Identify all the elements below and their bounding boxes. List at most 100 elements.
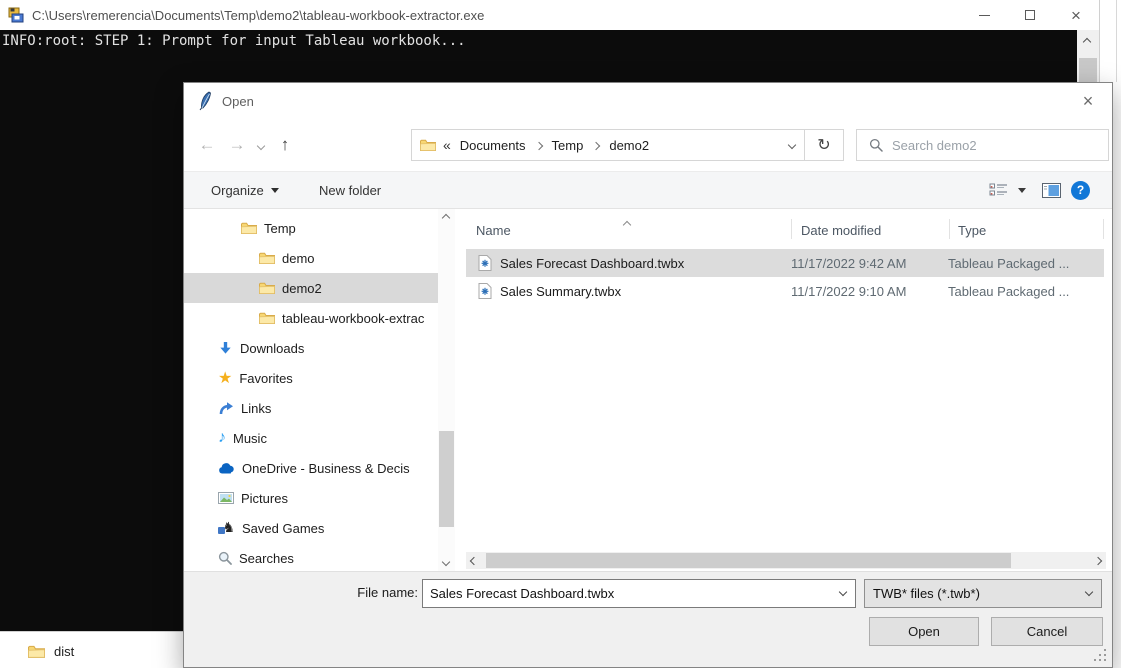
tree-item-label: Pictures: [241, 491, 288, 506]
file-list-header: Name Date modified Type: [466, 213, 1106, 241]
refresh-button[interactable]: ↻: [805, 130, 843, 160]
column-label: Type: [958, 223, 986, 238]
nav-arrows: ← → ↑: [192, 119, 300, 171]
column-label: Name: [476, 223, 511, 238]
horizontal-scrollbar-thumb[interactable]: [486, 553, 1011, 568]
address-bar[interactable]: « Documents Temp demo2 ↻: [411, 129, 844, 161]
up-button[interactable]: ↑: [270, 135, 300, 155]
breadcrumb-overflow[interactable]: «: [443, 137, 451, 153]
cancel-button-label: Cancel: [1027, 624, 1067, 639]
tree-item-tableau-workbook-extrac[interactable]: tableau-workbook-extrac: [184, 303, 438, 333]
column-header-name[interactable]: Name: [476, 213, 511, 241]
app-icon: [8, 7, 24, 23]
tree-item-pictures[interactable]: Pictures: [184, 483, 438, 513]
file-name-text: Sales Forecast Dashboard.twbx: [500, 256, 684, 271]
folder-tree: Tempdemo demo2 tableau-workbook-extrac Down…: [184, 209, 438, 571]
tree-item-label: demo2: [282, 281, 322, 296]
chevron-left-icon: [470, 556, 478, 564]
open-button-label: Open: [908, 624, 940, 639]
dialog-title: Open: [222, 94, 254, 109]
tableau-file-icon: [478, 283, 492, 299]
breadcrumb-item-documents[interactable]: Documents: [458, 138, 528, 153]
scroll-down-icon[interactable]: [442, 558, 450, 566]
date-modified-cell: 11/17/2022 9:42 AM: [791, 249, 948, 277]
tree-item-downloads[interactable]: Downloads: [184, 333, 438, 363]
chevron-down-icon[interactable]: [839, 588, 847, 596]
file-row-sales-summary-twbx[interactable]: Sales Summary.twbx11/17/2022 9:10 AMTabl…: [466, 277, 1104, 305]
close-button[interactable]: ×: [1053, 0, 1099, 30]
tree-item-demo2[interactable]: demo2: [184, 273, 438, 303]
search-box[interactable]: [856, 129, 1109, 161]
tree-scrollbar[interactable]: [438, 209, 455, 571]
recent-locations-button[interactable]: [252, 136, 270, 154]
help-button[interactable]: ?: [1071, 181, 1090, 200]
tree-item-label: Saved Games: [242, 521, 324, 536]
search-input[interactable]: [892, 138, 1108, 153]
breadcrumb-separator-chevron[interactable]: [536, 136, 542, 154]
breadcrumb-separator-chevron[interactable]: [593, 136, 599, 154]
view-list-icon[interactable]: [989, 183, 1008, 198]
console-titlebar[interactable]: C:\Users\remerencia\Documents\Temp\demo2…: [0, 0, 1099, 30]
console-output-line: INFO:root: STEP 1: Prompt for input Tabl…: [0, 30, 1099, 52]
tree-item-links[interactable]: Links: [184, 393, 438, 423]
sort-ascending-icon: [624, 215, 630, 233]
folder-icon: [241, 222, 257, 235]
dialog-close-button[interactable]: ×: [1072, 87, 1104, 115]
scroll-up-icon[interactable]: [442, 214, 450, 222]
dialog-content: Tempdemo demo2 tableau-workbook-extrac Down…: [184, 209, 1112, 571]
file-name-text: Sales Summary.twbx: [500, 284, 621, 299]
breadcrumb: « Documents Temp demo2: [412, 136, 780, 154]
view-options-dropdown[interactable]: [1018, 188, 1026, 193]
column-header-type[interactable]: Type: [958, 213, 986, 241]
column-divider[interactable]: [791, 219, 792, 239]
column-header-date-modified[interactable]: Date modified: [801, 213, 881, 241]
chevron-right-icon: [1094, 556, 1102, 564]
file-type-cell: Tableau Packaged ...: [948, 249, 1104, 277]
file-row-sales-forecast-dashboard-twbx[interactable]: Sales Forecast Dashboard.twbx 11/17/2022 …: [466, 249, 1104, 277]
new-folder-button[interactable]: New folder: [319, 172, 381, 208]
preview-pane-icon[interactable]: [1042, 183, 1061, 198]
tableau-file-icon: [478, 255, 492, 271]
tree-item-searches[interactable]: Searches: [184, 543, 438, 571]
file-type-cell: Tableau Packaged ...: [948, 277, 1104, 305]
background-folder-item-dist[interactable]: dist: [28, 644, 74, 659]
searches-icon: [218, 551, 232, 565]
tree-item-onedrive-business-decis[interactable]: OneDrive - Business & Decis: [184, 453, 438, 483]
horizontal-scrollbar[interactable]: [466, 552, 1106, 569]
breadcrumb-item-demo2[interactable]: demo2: [607, 138, 651, 153]
scroll-up-icon[interactable]: [1083, 38, 1091, 46]
scroll-left-button[interactable]: [466, 552, 482, 569]
cancel-button[interactable]: Cancel: [991, 617, 1103, 646]
tree-item-label: tableau-workbook-extrac: [282, 311, 424, 326]
maximize-button[interactable]: [1007, 0, 1053, 30]
tree-item-temp[interactable]: Temp: [184, 213, 438, 243]
column-divider[interactable]: [949, 219, 950, 239]
command-toolbar: Organize New folder: [184, 171, 1112, 209]
tree-item-favorites[interactable]: ★Favorites: [184, 363, 438, 393]
organize-button[interactable]: Organize: [211, 172, 279, 208]
forward-button[interactable]: →: [222, 135, 252, 155]
open-file-dialog: Open × ← → ↑ « Documents Temp demo2: [183, 82, 1113, 668]
tree-item-demo[interactable]: demo: [184, 243, 438, 273]
back-button[interactable]: ←: [192, 135, 222, 155]
window-controls: ×: [961, 0, 1099, 30]
tree-item-music[interactable]: ♪Music: [184, 423, 438, 453]
tree-item-saved-games[interactable]: ♞Saved Games: [184, 513, 438, 543]
address-dropdown-button[interactable]: [780, 130, 804, 160]
favorites-icon: ★: [218, 368, 232, 388]
file-name-label: File name:: [304, 585, 418, 600]
file-type-select[interactable]: TWB* files (*.twb*): [864, 579, 1102, 608]
minimize-button[interactable]: [961, 0, 1007, 30]
scroll-right-button[interactable]: [1090, 552, 1106, 569]
tree-scrollbar-thumb[interactable]: [439, 431, 454, 527]
toolbar-right-group: ?: [989, 172, 1090, 208]
column-divider[interactable]: [1103, 219, 1104, 239]
folder-icon: [420, 139, 436, 152]
breadcrumb-item-temp[interactable]: Temp: [550, 138, 586, 153]
resize-grip[interactable]: [1104, 659, 1106, 661]
open-button[interactable]: Open: [869, 617, 979, 646]
console-title: C:\Users\remerencia\Documents\Temp\demo2…: [32, 8, 484, 23]
dialog-titlebar[interactable]: Open ×: [184, 83, 1112, 119]
file-name-input[interactable]: [423, 586, 840, 601]
folder-icon: [259, 312, 275, 325]
